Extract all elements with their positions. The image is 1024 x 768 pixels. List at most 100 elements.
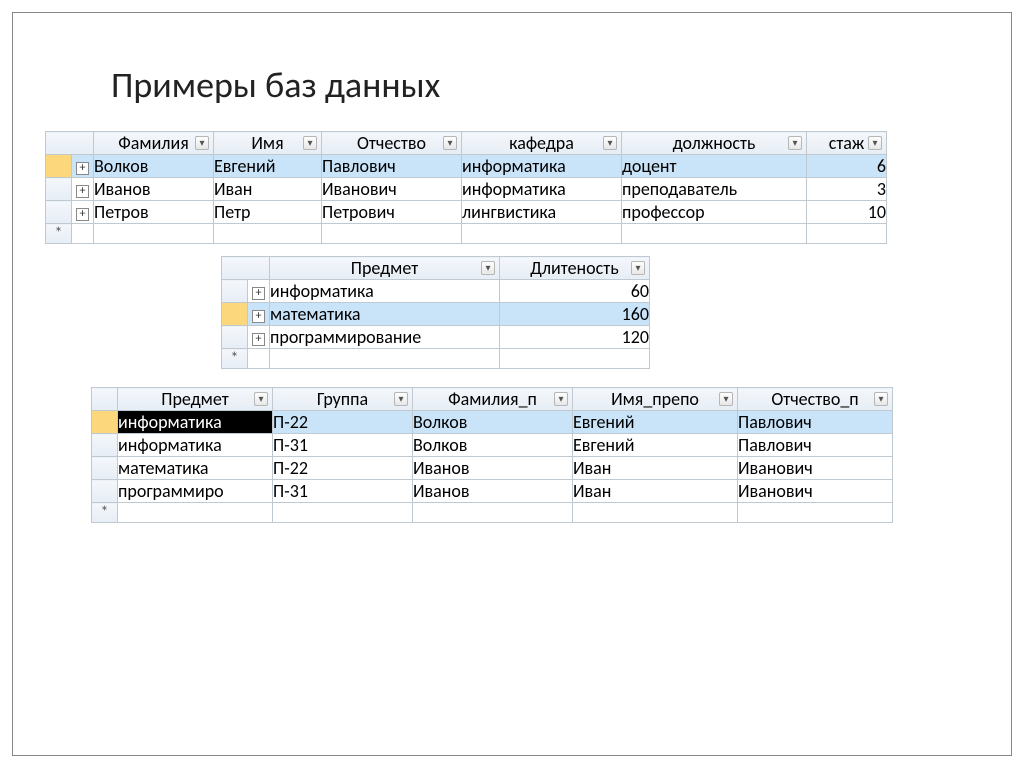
- table-row[interactable]: программироП-31ИвановИванИванович: [92, 480, 893, 503]
- data-cell[interactable]: информатика: [118, 434, 273, 457]
- data-cell[interactable]: информатика: [462, 155, 622, 178]
- column-filter-dropdown[interactable]: ▾: [603, 136, 617, 150]
- expand-row-button[interactable]: +: [72, 155, 94, 178]
- column-header[interactable]: должность▾: [622, 132, 807, 155]
- data-cell[interactable]: Павлович: [738, 434, 893, 457]
- expand-row-button[interactable]: +: [248, 326, 270, 349]
- empty-cell[interactable]: [118, 503, 273, 523]
- data-cell[interactable]: 10: [807, 201, 887, 224]
- data-cell[interactable]: 60: [500, 280, 650, 303]
- column-filter-dropdown[interactable]: ▾: [868, 136, 882, 150]
- table-3[interactable]: Предмет▾Группа▾Фамилия_п▾Имя_препо▾Отчес…: [91, 387, 893, 523]
- data-cell[interactable]: Евгений: [573, 411, 738, 434]
- expand-row-button[interactable]: +: [248, 280, 270, 303]
- new-row[interactable]: *: [46, 224, 887, 244]
- column-filter-dropdown[interactable]: ▾: [874, 392, 888, 406]
- column-header[interactable]: Отчество▾: [322, 132, 462, 155]
- table-row[interactable]: +программирование120: [222, 326, 650, 349]
- column-header[interactable]: Длитеность▾: [500, 257, 650, 280]
- new-row-marker[interactable]: *: [46, 224, 72, 244]
- row-selector[interactable]: [92, 457, 118, 480]
- data-cell[interactable]: 120: [500, 326, 650, 349]
- empty-cell[interactable]: [413, 503, 573, 523]
- data-cell[interactable]: лингвистика: [462, 201, 622, 224]
- column-header[interactable]: Имя_препо▾: [573, 388, 738, 411]
- row-selector[interactable]: [46, 155, 72, 178]
- table-row[interactable]: информатикаП-31ВолковЕвгенийПавлович: [92, 434, 893, 457]
- row-selector-corner[interactable]: [92, 388, 118, 411]
- data-cell[interactable]: программиро: [118, 480, 273, 503]
- data-cell[interactable]: Петров: [94, 201, 214, 224]
- empty-cell[interactable]: [622, 224, 807, 244]
- empty-cell[interactable]: [500, 349, 650, 369]
- table-row[interactable]: +информатика60: [222, 280, 650, 303]
- column-header[interactable]: стаж▾: [807, 132, 887, 155]
- column-filter-dropdown[interactable]: ▾: [195, 136, 209, 150]
- expand-row-button[interactable]: +: [72, 201, 94, 224]
- column-filter-dropdown[interactable]: ▾: [554, 392, 568, 406]
- data-cell[interactable]: математика: [270, 303, 500, 326]
- column-header[interactable]: Фамилия_п▾: [413, 388, 573, 411]
- data-cell[interactable]: 160: [500, 303, 650, 326]
- data-cell[interactable]: информатика: [462, 178, 622, 201]
- table-row[interactable]: информатикаП-22ВолковЕвгенийПавлович: [92, 411, 893, 434]
- column-header[interactable]: Отчество_п▾: [738, 388, 893, 411]
- column-header[interactable]: Имя▾: [214, 132, 322, 155]
- data-cell[interactable]: Евгений: [214, 155, 322, 178]
- data-cell[interactable]: П-31: [273, 434, 413, 457]
- column-filter-dropdown[interactable]: ▾: [394, 392, 408, 406]
- data-cell[interactable]: Павлович: [322, 155, 462, 178]
- data-cell[interactable]: П-22: [273, 411, 413, 434]
- empty-cell[interactable]: [214, 224, 322, 244]
- column-header[interactable]: кафедра▾: [462, 132, 622, 155]
- column-filter-dropdown[interactable]: ▾: [481, 261, 495, 275]
- row-selector-corner[interactable]: [46, 132, 94, 155]
- new-row-marker[interactable]: *: [92, 503, 118, 523]
- table-row[interactable]: +ВолковЕвгенийПавловичинформатикадоцент6: [46, 155, 887, 178]
- data-cell[interactable]: Иванов: [413, 480, 573, 503]
- empty-cell[interactable]: [273, 503, 413, 523]
- column-filter-dropdown[interactable]: ▾: [631, 261, 645, 275]
- row-selector[interactable]: [222, 280, 248, 303]
- data-cell[interactable]: Волков: [413, 411, 573, 434]
- empty-cell[interactable]: [270, 349, 500, 369]
- data-cell[interactable]: Иванович: [738, 457, 893, 480]
- column-header[interactable]: Предмет▾: [118, 388, 273, 411]
- data-cell[interactable]: информатика: [118, 411, 273, 434]
- data-cell[interactable]: Петр: [214, 201, 322, 224]
- row-selector[interactable]: [222, 326, 248, 349]
- data-cell[interactable]: Иван: [214, 178, 322, 201]
- data-cell[interactable]: Петрович: [322, 201, 462, 224]
- row-selector[interactable]: [92, 434, 118, 457]
- table-row[interactable]: +математика160: [222, 303, 650, 326]
- empty-cell[interactable]: [94, 224, 214, 244]
- row-selector[interactable]: [92, 480, 118, 503]
- table-1[interactable]: Фамилия▾Имя▾Отчество▾кафедра▾должность▾с…: [45, 131, 887, 244]
- empty-cell[interactable]: [573, 503, 738, 523]
- data-cell[interactable]: программирование: [270, 326, 500, 349]
- table-row[interactable]: математикаП-22ИвановИванИванович: [92, 457, 893, 480]
- empty-cell[interactable]: [738, 503, 893, 523]
- data-cell[interactable]: П-22: [273, 457, 413, 480]
- data-cell[interactable]: 3: [807, 178, 887, 201]
- table-2[interactable]: Предмет▾Длитеность▾+информатика60+матема…: [221, 256, 650, 369]
- column-header[interactable]: Группа▾: [273, 388, 413, 411]
- column-header[interactable]: Предмет▾: [270, 257, 500, 280]
- row-selector[interactable]: [92, 411, 118, 434]
- expand-row-button[interactable]: +: [72, 178, 94, 201]
- column-filter-dropdown[interactable]: ▾: [443, 136, 457, 150]
- column-filter-dropdown[interactable]: ▾: [788, 136, 802, 150]
- table-row[interactable]: +ПетровПетрПетровичлингвистикапрофессор1…: [46, 201, 887, 224]
- column-filter-dropdown[interactable]: ▾: [303, 136, 317, 150]
- row-selector[interactable]: [222, 303, 248, 326]
- data-cell[interactable]: Иван: [573, 480, 738, 503]
- new-row[interactable]: *: [222, 349, 650, 369]
- row-selector-corner[interactable]: [222, 257, 270, 280]
- empty-cell[interactable]: [462, 224, 622, 244]
- new-row[interactable]: *: [92, 503, 893, 523]
- data-cell[interactable]: 6: [807, 155, 887, 178]
- column-filter-dropdown[interactable]: ▾: [719, 392, 733, 406]
- data-cell[interactable]: Иван: [573, 457, 738, 480]
- expand-row-button[interactable]: +: [248, 303, 270, 326]
- data-cell[interactable]: Евгений: [573, 434, 738, 457]
